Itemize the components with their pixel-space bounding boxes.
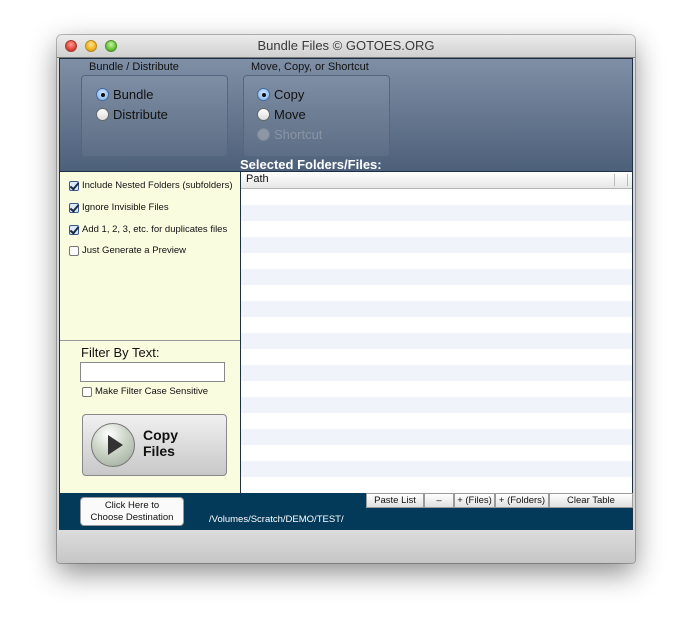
table-row[interactable] <box>241 269 632 285</box>
paste-list-button[interactable]: Paste List <box>366 493 424 508</box>
column-divider <box>627 174 628 186</box>
add-files-button[interactable]: + (Files) <box>454 493 495 508</box>
window-title: Bundle Files © GOTOES.ORG <box>257 38 435 53</box>
table-row[interactable] <box>241 333 632 349</box>
title-bar[interactable]: Bundle Files © GOTOES.ORG <box>57 35 635 58</box>
table-row[interactable] <box>241 237 632 253</box>
copy-files-label: Copy Files <box>143 427 178 459</box>
table-body <box>241 189 632 493</box>
table-row[interactable] <box>241 221 632 237</box>
table-row[interactable] <box>241 381 632 397</box>
footer-bar: Click Here to Choose Destination /Volume… <box>60 493 633 530</box>
radio-move[interactable]: Move <box>257 107 306 122</box>
checkbox-preview[interactable]: Just Generate a Preview <box>69 245 186 256</box>
table-header: Path <box>241 172 632 189</box>
radio-selected-icon <box>257 88 270 101</box>
remove-button[interactable]: – <box>424 493 454 508</box>
checkbox-checked-icon <box>69 224 79 235</box>
radio-shortcut: Shortcut <box>257 127 322 142</box>
add-folders-button[interactable]: + (Folders) <box>495 493 549 508</box>
radio-distribute-label: Distribute <box>113 107 168 122</box>
radio-bundle-label: Bundle <box>113 87 154 102</box>
checkbox-add-numbers[interactable]: Add 1, 2, 3, etc. for duplicates files <box>69 224 227 235</box>
checkbox-include-nested[interactable]: Include Nested Folders (subfolders) <box>69 180 233 191</box>
table-row[interactable] <box>241 349 632 365</box>
filter-label: Filter By Text: <box>81 345 160 360</box>
dest-button-line1: Click Here to <box>104 500 160 511</box>
panel-divider <box>60 340 240 341</box>
options-panel: Include Nested Folders (subfolders) Igno… <box>60 172 240 493</box>
window-bottom-bar <box>57 530 635 563</box>
table-row[interactable] <box>241 429 632 445</box>
copy-files-line2: Files <box>143 443 175 459</box>
checkbox-unchecked-icon <box>82 386 92 397</box>
radio-bundle[interactable]: Bundle <box>96 87 153 102</box>
clear-table-button[interactable]: Clear Table <box>549 493 633 508</box>
checkbox-case-sensitive-label: Make Filter Case Sensitive <box>95 386 208 397</box>
column-divider <box>614 174 615 186</box>
table-row[interactable] <box>241 205 632 221</box>
table-row[interactable] <box>241 189 632 205</box>
radio-shortcut-label: Shortcut <box>274 127 323 142</box>
table-row[interactable] <box>241 301 632 317</box>
checkbox-checked-icon <box>69 202 79 213</box>
radio-unselected-icon <box>257 108 270 121</box>
checkbox-include-nested-label: Include Nested Folders (subfolders) <box>82 180 233 191</box>
radio-copy[interactable]: Copy <box>257 87 304 102</box>
options-header: Bundle / Distribute Bundle Distribute Mo… <box>60 59 632 172</box>
checkbox-preview-label: Just Generate a Preview <box>82 245 187 256</box>
radio-distribute[interactable]: Distribute <box>96 107 168 122</box>
table-row[interactable] <box>241 317 632 333</box>
destination-path: /Volumes/Scratch/DEMO/TEST/ <box>209 514 344 525</box>
checkbox-checked-icon <box>69 180 79 191</box>
checkbox-ignore-invisible-label: Ignore Invisible Files <box>82 202 169 213</box>
checkbox-add-numbers-label: Add 1, 2, 3, etc. for duplicates files <box>82 224 228 235</box>
copy-files-button[interactable]: Copy Files <box>82 414 227 476</box>
table-row[interactable] <box>241 461 632 477</box>
filter-input[interactable] <box>80 362 225 382</box>
radio-selected-icon <box>96 88 109 101</box>
table-row[interactable] <box>241 253 632 269</box>
table-row[interactable] <box>241 285 632 301</box>
copy-files-line1: Copy <box>143 427 178 443</box>
files-table[interactable]: Path <box>241 172 632 493</box>
radio-move-label: Move <box>274 107 306 122</box>
table-buttons: Paste List – + (Files) + (Folders) Clear… <box>366 493 633 508</box>
dest-button-line2: Choose Destination <box>90 512 174 523</box>
table-row[interactable] <box>241 445 632 461</box>
play-icon <box>91 423 135 467</box>
bundle-distribute-label: Bundle / Distribute <box>89 61 179 73</box>
table-row[interactable] <box>241 413 632 429</box>
column-header-path[interactable]: Path <box>246 173 269 185</box>
table-row[interactable] <box>241 365 632 381</box>
radio-disabled-icon <box>257 128 270 141</box>
checkbox-case-sensitive[interactable]: Make Filter Case Sensitive <box>82 386 208 397</box>
content-area: Bundle / Distribute Bundle Distribute Mo… <box>59 58 633 530</box>
choose-destination-button[interactable]: Click Here to Choose Destination <box>80 497 184 526</box>
radio-copy-label: Copy <box>274 87 305 102</box>
table-row[interactable] <box>241 397 632 413</box>
checkbox-unchecked-icon <box>69 245 79 256</box>
radio-unselected-icon <box>96 108 109 121</box>
checkbox-ignore-invisible[interactable]: Ignore Invisible Files <box>69 202 169 213</box>
app-window: Bundle Files © GOTOES.ORG Bundle / Distr… <box>57 35 635 563</box>
move-copy-shortcut-label: Move, Copy, or Shortcut <box>251 61 369 73</box>
selected-files-heading: Selected Folders/Files: <box>240 157 382 172</box>
table-row[interactable] <box>241 477 632 493</box>
